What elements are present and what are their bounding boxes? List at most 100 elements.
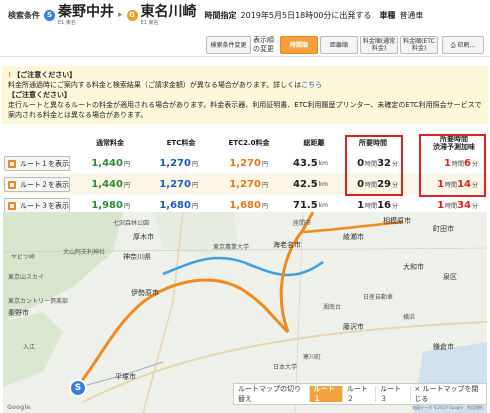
notice-title-2: 【ご注意ください】: [8, 91, 71, 99]
map-place-label: 日本大学: [273, 364, 298, 371]
sort-normal-fee-button[interactable]: 料金順(通常料金): [360, 36, 398, 54]
map-place-label: 東京農業大学: [213, 244, 250, 251]
map-route-1-button[interactable]: ルート１: [308, 385, 342, 403]
sort-time-button[interactable]: 時間順: [280, 36, 318, 54]
origin-sub: E1 東名: [58, 19, 76, 26]
time-label: 時間指定: [204, 10, 237, 20]
change-condition-button[interactable]: 検索条件変更: [206, 36, 251, 54]
normal-fee-value: 1,440: [91, 157, 123, 169]
notice-text-2: 走行ルートと異なるルートの料金が適用される場合があります。料金表示器、利用証明書…: [8, 101, 482, 119]
condition-label: 検索条件: [8, 10, 40, 20]
route-icon: [8, 159, 16, 168]
map-place-label: 寒川町: [303, 354, 322, 361]
yen-unit: 円: [261, 160, 268, 168]
time-value: 2019年5月5日18時00分に出発する: [240, 10, 372, 20]
duration-jam-highlight-box: [419, 134, 486, 197]
map-place-label: 座間市: [293, 220, 312, 227]
show-route-label: ルート１を表示: [20, 159, 69, 168]
destination-station: 東名川崎 E1 東名: [140, 3, 197, 26]
origin-station: 秦野中井 E1 東名: [58, 3, 114, 26]
etc-fee-cell: 1,270 円: [148, 153, 198, 173]
hour-unit: 時間: [365, 202, 378, 210]
map-place-label: 大山阿夫利神社: [63, 249, 106, 256]
sort-etc-fee-button[interactable]: 料金順(ETC料金): [400, 36, 438, 54]
route-icon: [8, 180, 16, 189]
etc-fee-value: 1,680: [159, 199, 191, 211]
map-place-label: 厚木市: [133, 233, 154, 241]
map-place-label: 大和市: [403, 263, 424, 271]
map-place-label: 湘南台: [323, 304, 342, 311]
vehicle-label: 車種: [379, 10, 396, 20]
minute-unit: 分: [391, 202, 398, 210]
notice-text-1: 料金所通過時にご案内する料金と検索結果（ご請求金額）が異なる場合があります。詳し…: [8, 80, 482, 90]
duration-minutes: 16: [377, 199, 391, 211]
vehicle-value: 普通車: [399, 10, 424, 20]
google-logo: Google: [7, 404, 31, 411]
yen-unit: 円: [191, 160, 198, 168]
printer-icon: ⎙: [450, 41, 456, 49]
normal-fee-value: 1,440: [91, 178, 123, 190]
search-condition-header: 検索条件 S 秦野中井 E1 東名 ▸ G 東名川崎 E1 東名 時間指定 201…: [0, 0, 490, 30]
distance-value: 71.5: [292, 199, 318, 211]
etc2-fee-cell: 1,270 円: [214, 174, 268, 194]
route-map-switcher: ルートマップの切り替え ルート１ ルート２ ルート３ × ルートマップを閉じる: [233, 383, 487, 405]
notice-title-1-text: 【ご注意ください】: [13, 71, 77, 79]
print-button[interactable]: ⎙ 印刷...: [442, 36, 484, 54]
notice-link[interactable]: こちら: [301, 81, 322, 89]
duration-highlight-box: [345, 135, 403, 196]
distance-value: 43.5: [292, 157, 318, 169]
etc2-fee-value: 1,270: [229, 178, 261, 190]
display-order-label: 表示順の変更: [253, 36, 274, 53]
map-route-3-button[interactable]: ルート３: [375, 385, 408, 403]
map-place-label: 日産自動車: [363, 294, 394, 301]
hour-unit: 時間: [445, 202, 458, 210]
show-route-button[interactable]: ルート３を表示: [4, 198, 70, 213]
map-place-label: 神奈川県: [123, 253, 151, 261]
map-place-label: 七沢森林公園: [113, 220, 150, 227]
route-icon: [8, 201, 16, 210]
jam-minutes: 34: [457, 199, 471, 211]
map-place-label: 横浜: [403, 314, 416, 321]
notice-text-1-body: 料金所通過時にご案内する料金と検索結果（ご請求金額）が異なる場合があります。詳し…: [8, 81, 302, 89]
map-place-label: 平塚市: [115, 373, 136, 381]
map-place-label: 入江: [23, 344, 36, 351]
sort-distance-button[interactable]: 距離順: [320, 36, 358, 54]
header-etc-fee: ETC料金: [166, 139, 196, 147]
map-place-label: ヤビツ峠: [11, 254, 36, 261]
close-map-button[interactable]: × ルートマップを閉じる: [410, 385, 486, 403]
normal-fee-value: 1,980: [91, 199, 123, 211]
normal-fee-cell: 1,440 円: [72, 174, 130, 194]
etc2-fee-cell: 1,270 円: [214, 153, 268, 173]
time-spec: 時間指定 2019年5月5日18時00分に出発する: [205, 10, 372, 21]
map-place-label: 綾瀬市: [343, 233, 364, 241]
distance-cell: 42.5 km: [284, 174, 328, 194]
map-route-2-button[interactable]: ルート２: [341, 385, 375, 403]
map-place-label: 伊勢原市: [131, 289, 159, 297]
etc2-fee-value: 1,270: [229, 157, 261, 169]
destination-badge-icon: G: [126, 9, 138, 21]
start-pin-icon[interactable]: S: [69, 379, 87, 397]
print-label: 印刷...: [457, 41, 476, 49]
search-toolbar: 検索条件変更 表示順の変更 時間順 距離順 料金順(通常料金) 料金順(ETC料…: [0, 30, 490, 57]
etc-fee-value: 1,270: [159, 157, 191, 169]
show-route-button[interactable]: ルート１を表示: [4, 156, 70, 171]
show-route-label: ルート２を表示: [20, 180, 69, 189]
duration-hours: 1: [357, 199, 365, 211]
destination-name: 東名川崎: [140, 3, 197, 20]
route-map[interactable]: 七沢森林公園 厚木市 大山阿夫利神社 神奈川県 伊勢原市 東京カントリー倶楽部 秦野市 綾瀬市…: [3, 212, 487, 413]
yen-unit: 円: [261, 181, 268, 189]
show-route-button[interactable]: ルート２を表示: [4, 177, 70, 192]
route-arrow-icon: ▸: [118, 10, 123, 20]
distance-value: 42.5: [292, 178, 318, 190]
jam-hours: 1: [437, 199, 445, 211]
destination-sub: E1 東名: [140, 19, 159, 26]
etc-fee-value: 1,270: [159, 178, 191, 190]
map-copyright: 地図データ ©2019 Google 利用規約: [412, 405, 483, 410]
show-route-label: ルート３を表示: [20, 201, 69, 210]
vehicle-spec: 車種 普通車: [379, 10, 423, 21]
origin-name: 秦野中井: [58, 3, 114, 20]
table-row: ルート１を表示 1,440 円 1,270 円 1,270 円 43.5 km 0 時間 32 分 1 時間…: [2, 153, 488, 173]
yen-unit: 円: [261, 202, 268, 210]
warning-icon: !: [8, 71, 12, 79]
minute-unit: 分: [471, 202, 478, 210]
